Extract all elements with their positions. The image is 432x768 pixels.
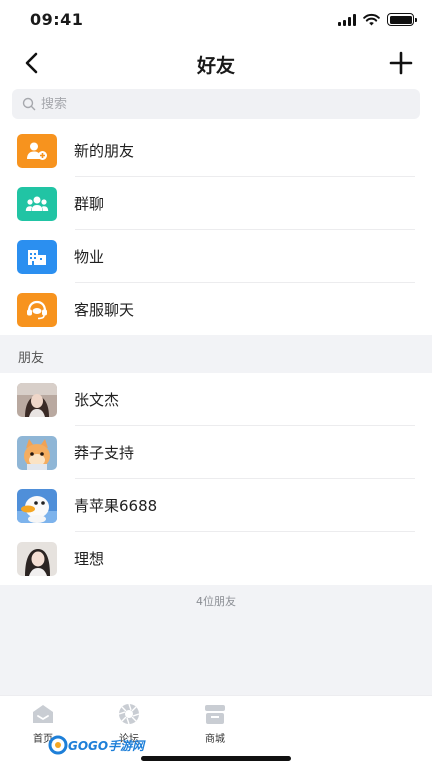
friend-item[interactable]: 莽子支持 (0, 426, 432, 479)
property-item[interactable]: 物业 (0, 230, 432, 283)
customer-service-item[interactable]: 客服聊天 (0, 283, 432, 336)
watermark-logo-icon (48, 735, 68, 755)
avatar (17, 382, 57, 417)
watermark-text: GOGO手游网 (68, 738, 145, 753)
forum-icon (118, 703, 140, 725)
headset-icon (17, 292, 57, 327)
item-label: 物业 (74, 248, 105, 266)
friend-name: 理想 (74, 550, 105, 568)
friend-item[interactable]: 理想 (0, 532, 432, 585)
search-icon (22, 97, 36, 111)
section-header: 朋友 (0, 335, 432, 373)
wifi-icon (363, 13, 380, 26)
new-friends-item[interactable]: 新的朋友 (0, 124, 432, 177)
friend-item[interactable]: 张文杰 (0, 373, 432, 426)
page-title: 好友 (196, 55, 235, 77)
nav-bar: 好友 (0, 42, 432, 84)
battery-icon (387, 13, 417, 26)
friend-count: 4位朋友 (196, 595, 236, 608)
item-label: 客服聊天 (74, 301, 135, 319)
cartoon-duck-avatar (17, 488, 57, 523)
add-icon[interactable] (386, 48, 416, 78)
search-input[interactable] (41, 96, 401, 112)
tab-label: 商城 (205, 734, 225, 745)
friend-item[interactable]: 青苹果6688 (0, 479, 432, 532)
signal-icon (338, 13, 356, 26)
building-icon (17, 239, 57, 274)
avatar (17, 541, 57, 576)
search-bar (0, 84, 432, 126)
add-friend-icon (17, 133, 57, 168)
friend-name: 张文杰 (74, 391, 120, 409)
item-label: 新的朋友 (74, 142, 135, 160)
group-chat-item[interactable]: 群聊 (0, 177, 432, 230)
status-icons (338, 13, 417, 26)
tab-shop[interactable]: 商城 (185, 703, 245, 745)
section-title: 朋友 (18, 351, 45, 366)
home-indicator (141, 756, 291, 761)
feature-list: 新的朋友 群聊 物业 客服聊天 (0, 124, 432, 336)
home-icon (33, 705, 53, 723)
friend-list: 张文杰 莽子支持 青苹果6688 理想 (0, 373, 432, 585)
search-box[interactable] (12, 89, 420, 119)
group-icon (17, 186, 57, 221)
watermark: GOGO手游网 (48, 735, 144, 755)
shop-icon (205, 705, 225, 724)
cartoon-cat-avatar (17, 435, 57, 470)
friend-name: 莽子支持 (74, 444, 135, 462)
status-bar: 09:41 (0, 0, 432, 42)
friends-screen: 09:41 好友 搜索 新的朋友 群聊 物业 客服聊天 朋友 张文杰 莽子支持 … (0, 0, 432, 768)
friend-name: 青苹果6688 (74, 497, 158, 515)
item-label: 群聊 (74, 195, 105, 213)
status-time: 09:41 (30, 10, 84, 29)
